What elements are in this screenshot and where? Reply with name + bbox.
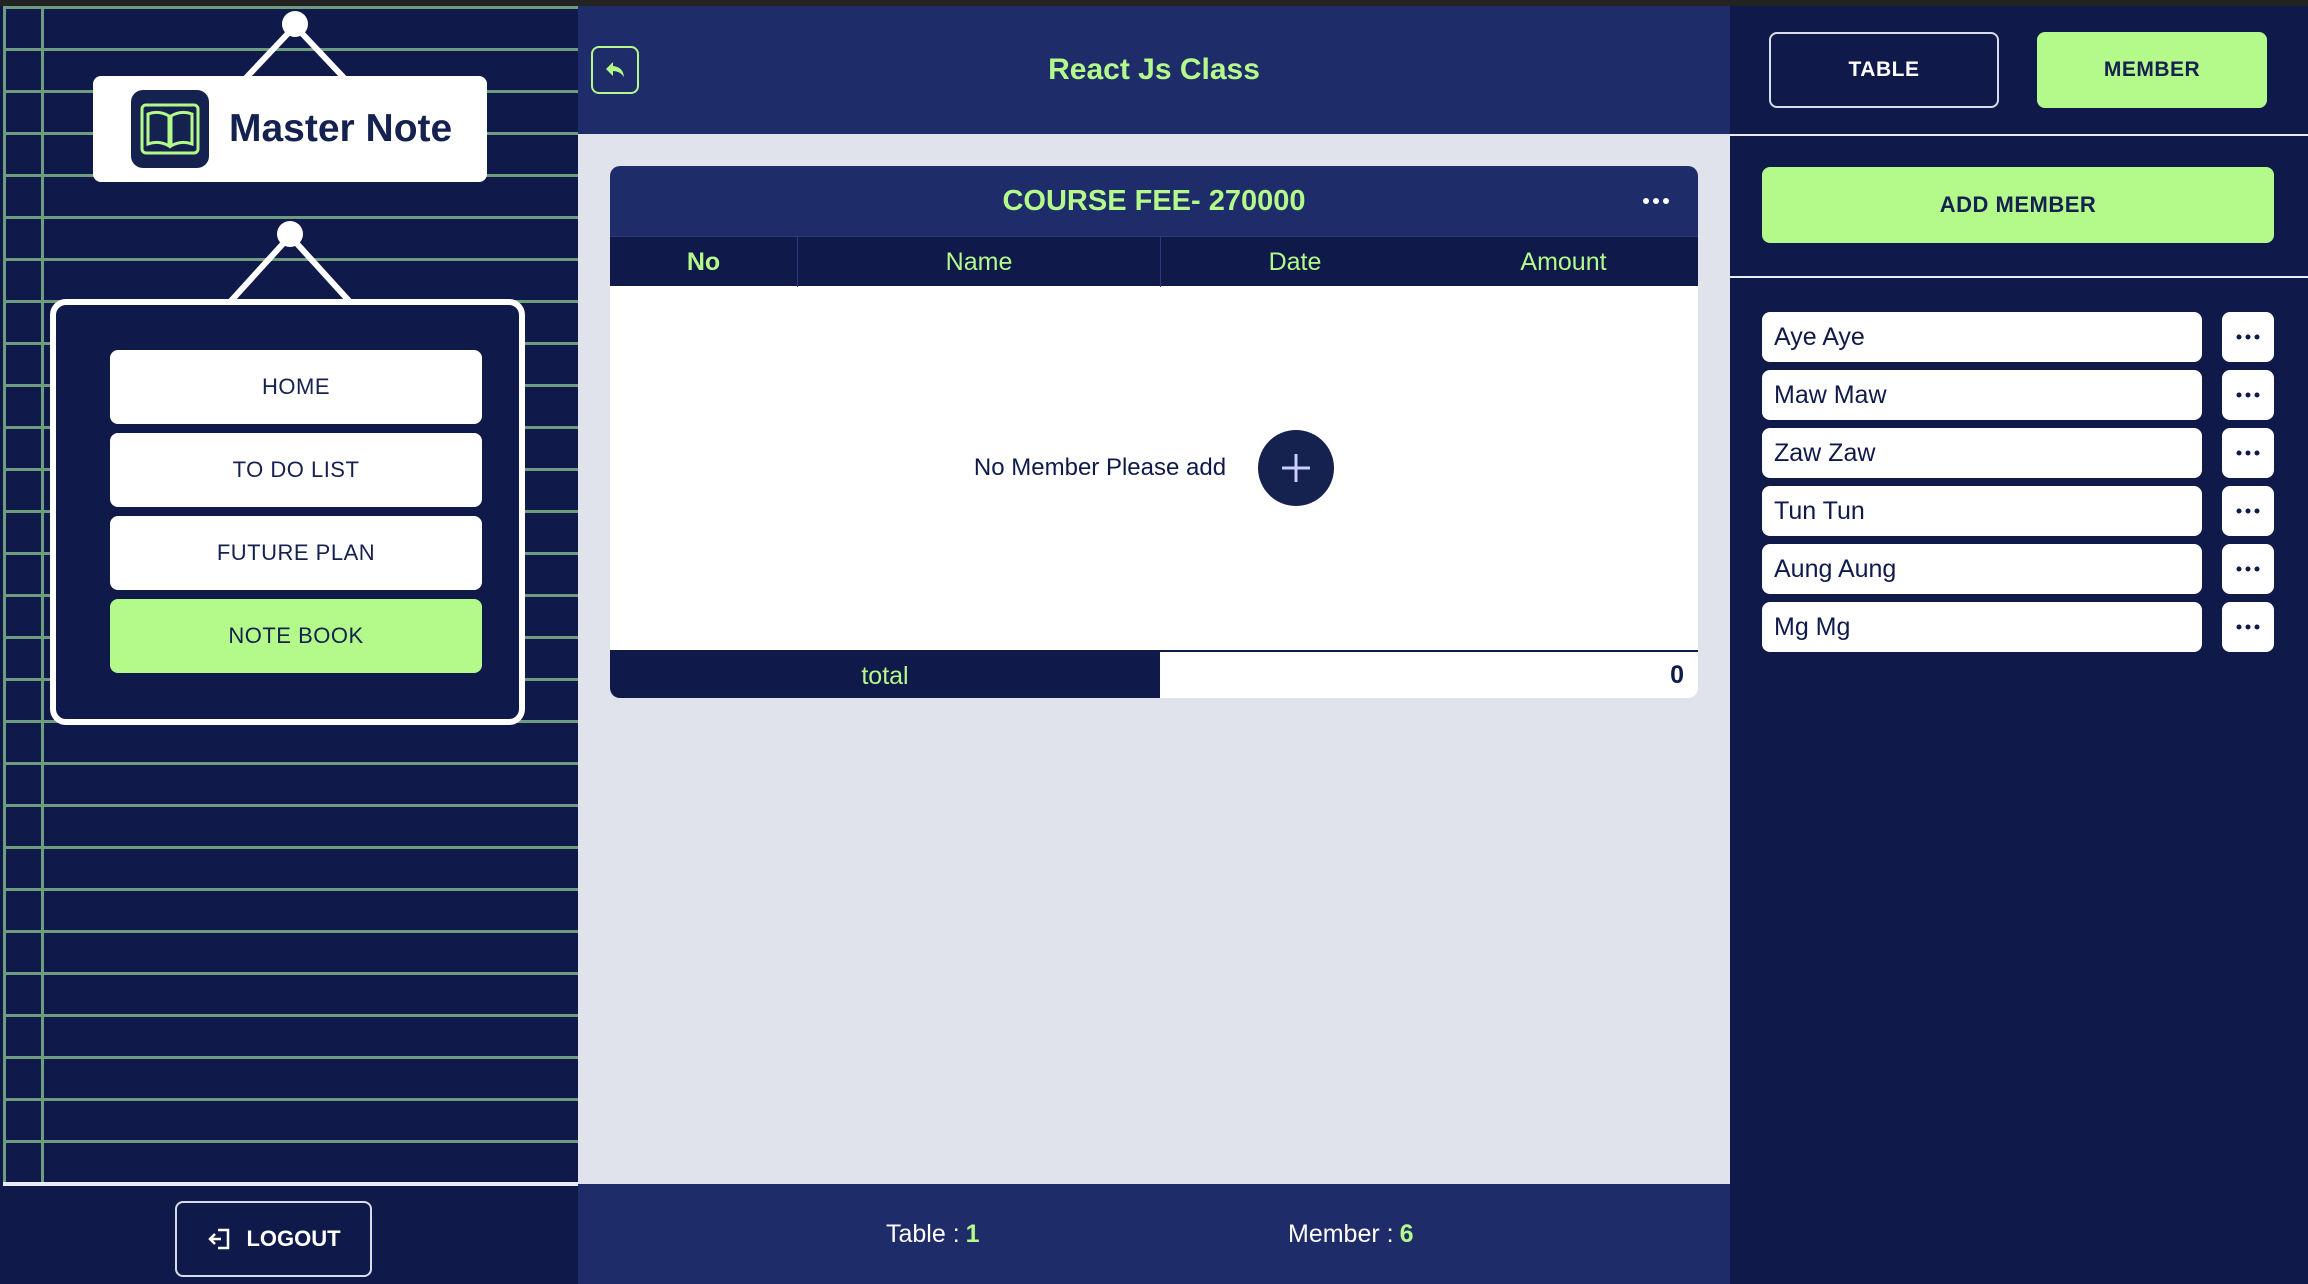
back-button[interactable] bbox=[591, 46, 639, 94]
column-date: Date bbox=[1268, 247, 1322, 276]
nav-todo-list-button[interactable]: TO DO LIST bbox=[110, 433, 482, 507]
member-more-button[interactable] bbox=[2222, 544, 2274, 594]
logo-hanger-icon bbox=[241, 11, 349, 83]
sidebar: Master Note HOME TO DO LIST FUTURE PLAN … bbox=[0, 6, 578, 1284]
plus-icon bbox=[1282, 454, 1311, 482]
member-more-button[interactable] bbox=[2222, 602, 2274, 652]
member-list-item: Mg Mg bbox=[1762, 602, 2274, 652]
add-member-button[interactable]: ADD MEMBER bbox=[1762, 167, 2274, 243]
member-name[interactable]: Mg Mg bbox=[1762, 602, 2202, 652]
app-logo: Master Note bbox=[93, 76, 487, 182]
empty-state: No Member Please add bbox=[610, 286, 1698, 650]
member-list-item: Aung Aung bbox=[1762, 544, 2274, 594]
content-header: React Js Class bbox=[578, 6, 1730, 134]
table-count-label: Table : bbox=[886, 1219, 960, 1248]
panel-divider bbox=[1730, 276, 2308, 278]
member-name[interactable]: Zaw Zaw bbox=[1762, 428, 2202, 478]
card-title: COURSE FEE- 270000 bbox=[1002, 184, 1306, 217]
empty-state-text: No Member Please add bbox=[973, 454, 1227, 481]
add-row-button[interactable] bbox=[1258, 430, 1335, 506]
member-more-button[interactable] bbox=[2222, 312, 2274, 362]
table-header: No Name Date Amount bbox=[610, 236, 1698, 287]
total-row: total 0 bbox=[610, 650, 1698, 698]
column-amount: Amount bbox=[1520, 247, 1607, 276]
more-dots-icon bbox=[2236, 566, 2260, 572]
member-more-button[interactable] bbox=[2222, 370, 2274, 420]
member-list-item: Aye Aye bbox=[1762, 312, 2274, 362]
nav-future-plan-button[interactable]: FUTURE PLAN bbox=[110, 516, 482, 590]
member-list-item: Maw Maw bbox=[1762, 370, 2274, 420]
member-count-status: Member : 6 bbox=[1288, 1184, 1414, 1284]
table-count-value: 1 bbox=[965, 1219, 980, 1248]
page-title: React Js Class bbox=[1048, 53, 1260, 86]
tab-member[interactable]: MEMBER bbox=[2037, 32, 2267, 108]
logout-label: LOGOUT bbox=[246, 1226, 341, 1251]
menu-hanger-icon bbox=[227, 221, 353, 305]
more-dots-icon bbox=[2236, 508, 2260, 514]
content-area: COURSE FEE- 270000 No Name Date Amount N… bbox=[578, 134, 1730, 1184]
total-label: total bbox=[610, 652, 1160, 698]
logout-button[interactable]: LOGOUT bbox=[175, 1201, 372, 1277]
sidebar-divider bbox=[3, 1182, 578, 1186]
status-footer: Table : 1 Member : 6 bbox=[578, 1184, 1730, 1284]
tab-table[interactable]: TABLE bbox=[1769, 32, 1999, 108]
member-name[interactable]: Aye Aye bbox=[1762, 312, 2202, 362]
back-arrow-icon bbox=[606, 62, 624, 77]
logout-icon bbox=[208, 1228, 230, 1250]
column-no: No bbox=[686, 247, 721, 276]
card-menu-button[interactable] bbox=[1642, 166, 1670, 236]
more-dots-icon bbox=[2236, 624, 2260, 630]
more-dots-icon bbox=[1643, 198, 1669, 204]
member-name[interactable]: Tun Tun bbox=[1762, 486, 2202, 536]
more-dots-icon bbox=[2236, 334, 2260, 340]
table-count-status: Table : 1 bbox=[886, 1184, 980, 1284]
more-dots-icon bbox=[2236, 450, 2260, 456]
member-list-item: Tun Tun bbox=[1762, 486, 2274, 536]
member-more-button[interactable] bbox=[2222, 428, 2274, 478]
nav-note-book-button[interactable]: NOTE BOOK bbox=[110, 599, 482, 673]
right-panel: TABLE MEMBER ADD MEMBER Aye Aye Maw Maw … bbox=[1730, 6, 2308, 1284]
book-icon bbox=[131, 90, 209, 168]
total-value: 0 bbox=[1670, 660, 1684, 689]
panel-divider bbox=[1730, 134, 2308, 136]
panel-tabs: TABLE MEMBER bbox=[1730, 6, 2308, 134]
member-count-value: 6 bbox=[1399, 1219, 1414, 1248]
member-count-label: Member : bbox=[1288, 1219, 1394, 1248]
course-fee-card: COURSE FEE- 270000 No Name Date Amount N… bbox=[610, 166, 1698, 698]
nav-home-button[interactable]: HOME bbox=[110, 350, 482, 424]
member-name[interactable]: Aung Aung bbox=[1762, 544, 2202, 594]
member-list-item: Zaw Zaw bbox=[1762, 428, 2274, 478]
nav-menu: HOME TO DO LIST FUTURE PLAN NOTE BOOK bbox=[50, 299, 525, 725]
more-dots-icon bbox=[2236, 392, 2260, 398]
app-name: Master Note bbox=[229, 107, 453, 150]
member-name[interactable]: Maw Maw bbox=[1762, 370, 2202, 420]
member-more-button[interactable] bbox=[2222, 486, 2274, 536]
column-name: Name bbox=[945, 247, 1013, 276]
card-header: COURSE FEE- 270000 bbox=[610, 166, 1698, 236]
